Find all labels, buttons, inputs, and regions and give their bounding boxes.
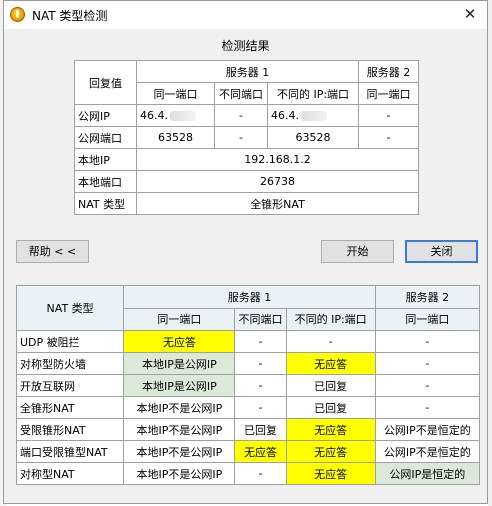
server2-header: 服务器 2: [358, 60, 420, 83]
cell-value: -: [374, 352, 481, 375]
cell-value: 无应答: [285, 418, 376, 441]
row-label: 本地端口: [74, 170, 137, 193]
table-row: 本地端口 26738: [74, 170, 420, 193]
cell-value: -: [214, 104, 268, 127]
nat-type-value: 全锥形NAT: [135, 192, 420, 215]
cell-value: -: [374, 396, 481, 419]
table-row: 公网端口 63528 - 63528 -: [74, 126, 420, 149]
cell-value: 公网IP是恒定的: [374, 462, 481, 485]
cell-value: -: [214, 126, 268, 149]
table-row: 全锥形NAT 本地IP不是公网IP - 已回复 -: [15, 396, 481, 419]
server2-header: 服务器 2: [374, 285, 481, 309]
row-label: NAT 类型: [74, 192, 137, 215]
window-title: NAT 类型检测: [32, 9, 108, 23]
table-row: NAT 类型 全锥形NAT: [74, 192, 420, 215]
table-row: 对称型防火墙 本地IP是公网IP - 无应答 -: [15, 352, 481, 375]
cell-value: -: [234, 330, 287, 353]
same-port2-header: 同一端口: [374, 307, 481, 331]
result-table: 回复值 服务器 1 服务器 2 同一端口 不同端口 不同的 IP:端口 同一端口…: [74, 60, 420, 215]
nat-type-name: 对称型NAT: [15, 462, 125, 485]
table-row: 端口受限锥型NAT 本地IP不是公网IP 无应答 无应答 公网IP不是恒定的: [15, 440, 481, 463]
close-icon[interactable]: ✕: [461, 5, 479, 23]
start-button[interactable]: 开始: [321, 240, 394, 263]
close-button[interactable]: 关闭: [405, 240, 478, 263]
cell-value: 无应答: [234, 440, 287, 463]
nat-type-name: 受限锥形NAT: [15, 418, 125, 441]
cell-value: 公网IP不是恒定的: [374, 440, 481, 463]
same-port2-header: 同一端口: [358, 82, 420, 105]
cell-value: 本地IP不是公网IP: [123, 462, 236, 485]
result-title: 检测结果: [221, 39, 270, 53]
table-row: 对称型NAT 本地IP不是公网IP - 无应答 公网IP是恒定的: [15, 462, 481, 485]
cell-value: -: [234, 396, 287, 419]
nat-type-name: 全锥形NAT: [15, 396, 125, 419]
cell-value: 无应答: [123, 330, 236, 353]
cell-value: 已回复: [285, 374, 376, 397]
same-port-header: 同一端口: [123, 307, 236, 331]
cell-value: 63528: [136, 126, 215, 149]
redacted-blur: [170, 111, 196, 121]
diff-ip-port-header: 不同的 IP:端口: [266, 82, 360, 105]
cell-value: 已回复: [234, 418, 287, 441]
cell-value: -: [358, 126, 420, 149]
row-label: 公网端口: [74, 126, 137, 149]
cell-value: -: [234, 352, 287, 375]
reply-header: 回复值: [74, 60, 137, 105]
diff-port-header: 不同端口: [214, 82, 268, 105]
nat-type-header: NAT 类型: [15, 285, 125, 331]
server1-header: 服务器 1: [123, 285, 376, 309]
background-window-right: [488, 0, 492, 506]
cell-value: 公网IP不是恒定的: [374, 418, 481, 441]
cell-value: -: [285, 330, 376, 353]
same-port-header: 同一端口: [136, 82, 215, 105]
diff-ip-port-header: 不同的 IP:端口: [285, 307, 376, 331]
cell-value: -: [358, 104, 420, 127]
cell-value: 本地IP不是公网IP: [123, 396, 236, 419]
nat-detection-dialog: NAT 类型检测 ✕ 检测结果 回复值 服务器 1 服务器 2 同一端口 不同端…: [3, 0, 488, 504]
help-button[interactable]: 帮助 < <: [16, 240, 89, 263]
table-row: UDP 被阻拦 无应答 - - -: [15, 330, 481, 353]
cell-value: 本地IP不是公网IP: [123, 440, 236, 463]
cell-value: -: [374, 374, 481, 397]
cell-value: -: [234, 374, 287, 397]
cell-value: 无应答: [285, 352, 376, 375]
cell-value: 本地IP是公网IP: [123, 352, 236, 375]
cell-value: 本地IP是公网IP: [123, 374, 236, 397]
cell-value: 46.4.: [266, 104, 360, 127]
cell-value: 63528: [266, 126, 360, 149]
nat-type-name: UDP 被阻拦: [15, 330, 125, 353]
cell-value: 无应答: [285, 462, 376, 485]
row-label: 公网IP: [74, 104, 137, 127]
nat-type-name: 端口受限锥型NAT: [15, 440, 125, 463]
cell-value: -: [234, 462, 287, 485]
nat-reference-table: NAT 类型 服务器 1 服务器 2 同一端口 不同端口 不同的 IP:端口 同…: [15, 285, 481, 485]
cell-value: 已回复: [285, 396, 376, 419]
cell-value: 无应答: [285, 440, 376, 463]
cell-value: 46.4.: [136, 104, 215, 127]
local-port-value: 26738: [135, 170, 420, 193]
cell-value: 本地IP不是公网IP: [123, 418, 236, 441]
row-label: 本地IP: [74, 148, 137, 171]
local-ip-value: 192.168.1.2: [135, 148, 420, 171]
nat-type-name: 开放互联网: [15, 374, 125, 397]
diff-port-header: 不同端口: [234, 307, 287, 331]
table-row: 公网IP 46.4. - 46.4. -: [74, 104, 420, 127]
table-row: 开放互联网 本地IP是公网IP - 已回复 -: [15, 374, 481, 397]
title-bar: NAT 类型检测 ✕: [4, 1, 487, 29]
table-row: 受限锥形NAT 本地IP不是公网IP 已回复 无应答 公网IP不是恒定的: [15, 418, 481, 441]
redacted-blur: [301, 111, 327, 121]
nat-type-name: 对称型防火墙: [15, 352, 125, 375]
server1-header: 服务器 1: [135, 60, 360, 83]
cell-value: -: [374, 330, 481, 353]
app-icon: [10, 7, 25, 22]
table-row: 本地IP 192.168.1.2: [74, 148, 420, 171]
